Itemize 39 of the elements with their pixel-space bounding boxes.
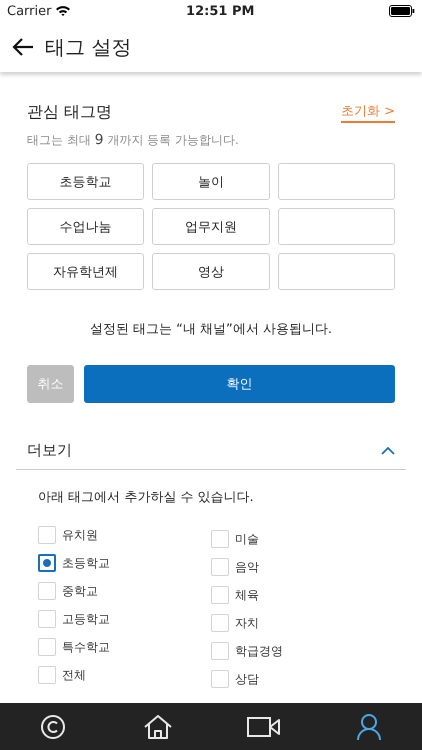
checkbox-label: 학급경영 bbox=[235, 642, 283, 660]
checkbox-label: 유치원 bbox=[62, 526, 98, 544]
wifi-icon bbox=[55, 5, 72, 17]
chevron-icon[interactable] bbox=[381, 446, 395, 454]
empty-tag-slot[interactable] bbox=[278, 253, 395, 290]
checkbox[interactable] bbox=[38, 554, 56, 572]
section-title: 관심 태그명 bbox=[27, 102, 112, 123]
empty-tag-slot[interactable] bbox=[278, 163, 395, 200]
battery-icon bbox=[389, 5, 415, 17]
tag-chip[interactable]: 업무지원 bbox=[152, 208, 270, 245]
back-arrow-icon[interactable] bbox=[12, 37, 34, 57]
checkbox-label: 자치 bbox=[235, 614, 259, 632]
description-text: 아래 태그에서 추가하실 수 있습니다. bbox=[38, 489, 255, 506]
confirm-button[interactable]: 확인 bbox=[84, 365, 395, 403]
checkbox-label: 특수학교 bbox=[62, 638, 110, 656]
tag-chip[interactable]: 놀이 bbox=[152, 163, 270, 200]
copyright-icon[interactable] bbox=[40, 714, 66, 740]
video-camera-icon[interactable] bbox=[246, 714, 281, 738]
home-icon[interactable] bbox=[143, 714, 174, 740]
checkbox-label: 미술 bbox=[235, 530, 259, 548]
checkbox-label: 체육 bbox=[235, 586, 259, 604]
page-title: 태그 설정 bbox=[45, 34, 132, 60]
checkbox-label: 전체 bbox=[62, 666, 86, 684]
hint-text: 태그는 최대 9 개까지 등록 가능합니다. bbox=[27, 132, 240, 149]
tag-chip[interactable]: 수업나눔 bbox=[27, 208, 144, 245]
info-text: 설정된 태그는 “내 채널”에서 사용됩니다. bbox=[88, 321, 334, 338]
clock-time: 12:51 PM bbox=[185, 4, 256, 18]
person-icon[interactable] bbox=[356, 712, 382, 740]
accordion-title[interactable]: 더보기 bbox=[27, 441, 72, 460]
checkbox-label: 고등학교 bbox=[62, 610, 110, 628]
empty-tag-slot[interactable] bbox=[278, 208, 395, 245]
carrier-label: Carrier bbox=[7, 4, 52, 18]
checkbox-label: 초등학교 bbox=[62, 554, 110, 572]
checkbox-label: 중학교 bbox=[62, 582, 98, 600]
tag-chip[interactable]: 자유학년제 bbox=[27, 253, 144, 290]
checkbox-label: 음악 bbox=[235, 558, 259, 576]
tag-chip[interactable]: 초등학교 bbox=[27, 163, 144, 200]
checkbox-label: 상담 bbox=[235, 670, 259, 688]
tag-chip[interactable]: 영상 bbox=[152, 253, 270, 290]
